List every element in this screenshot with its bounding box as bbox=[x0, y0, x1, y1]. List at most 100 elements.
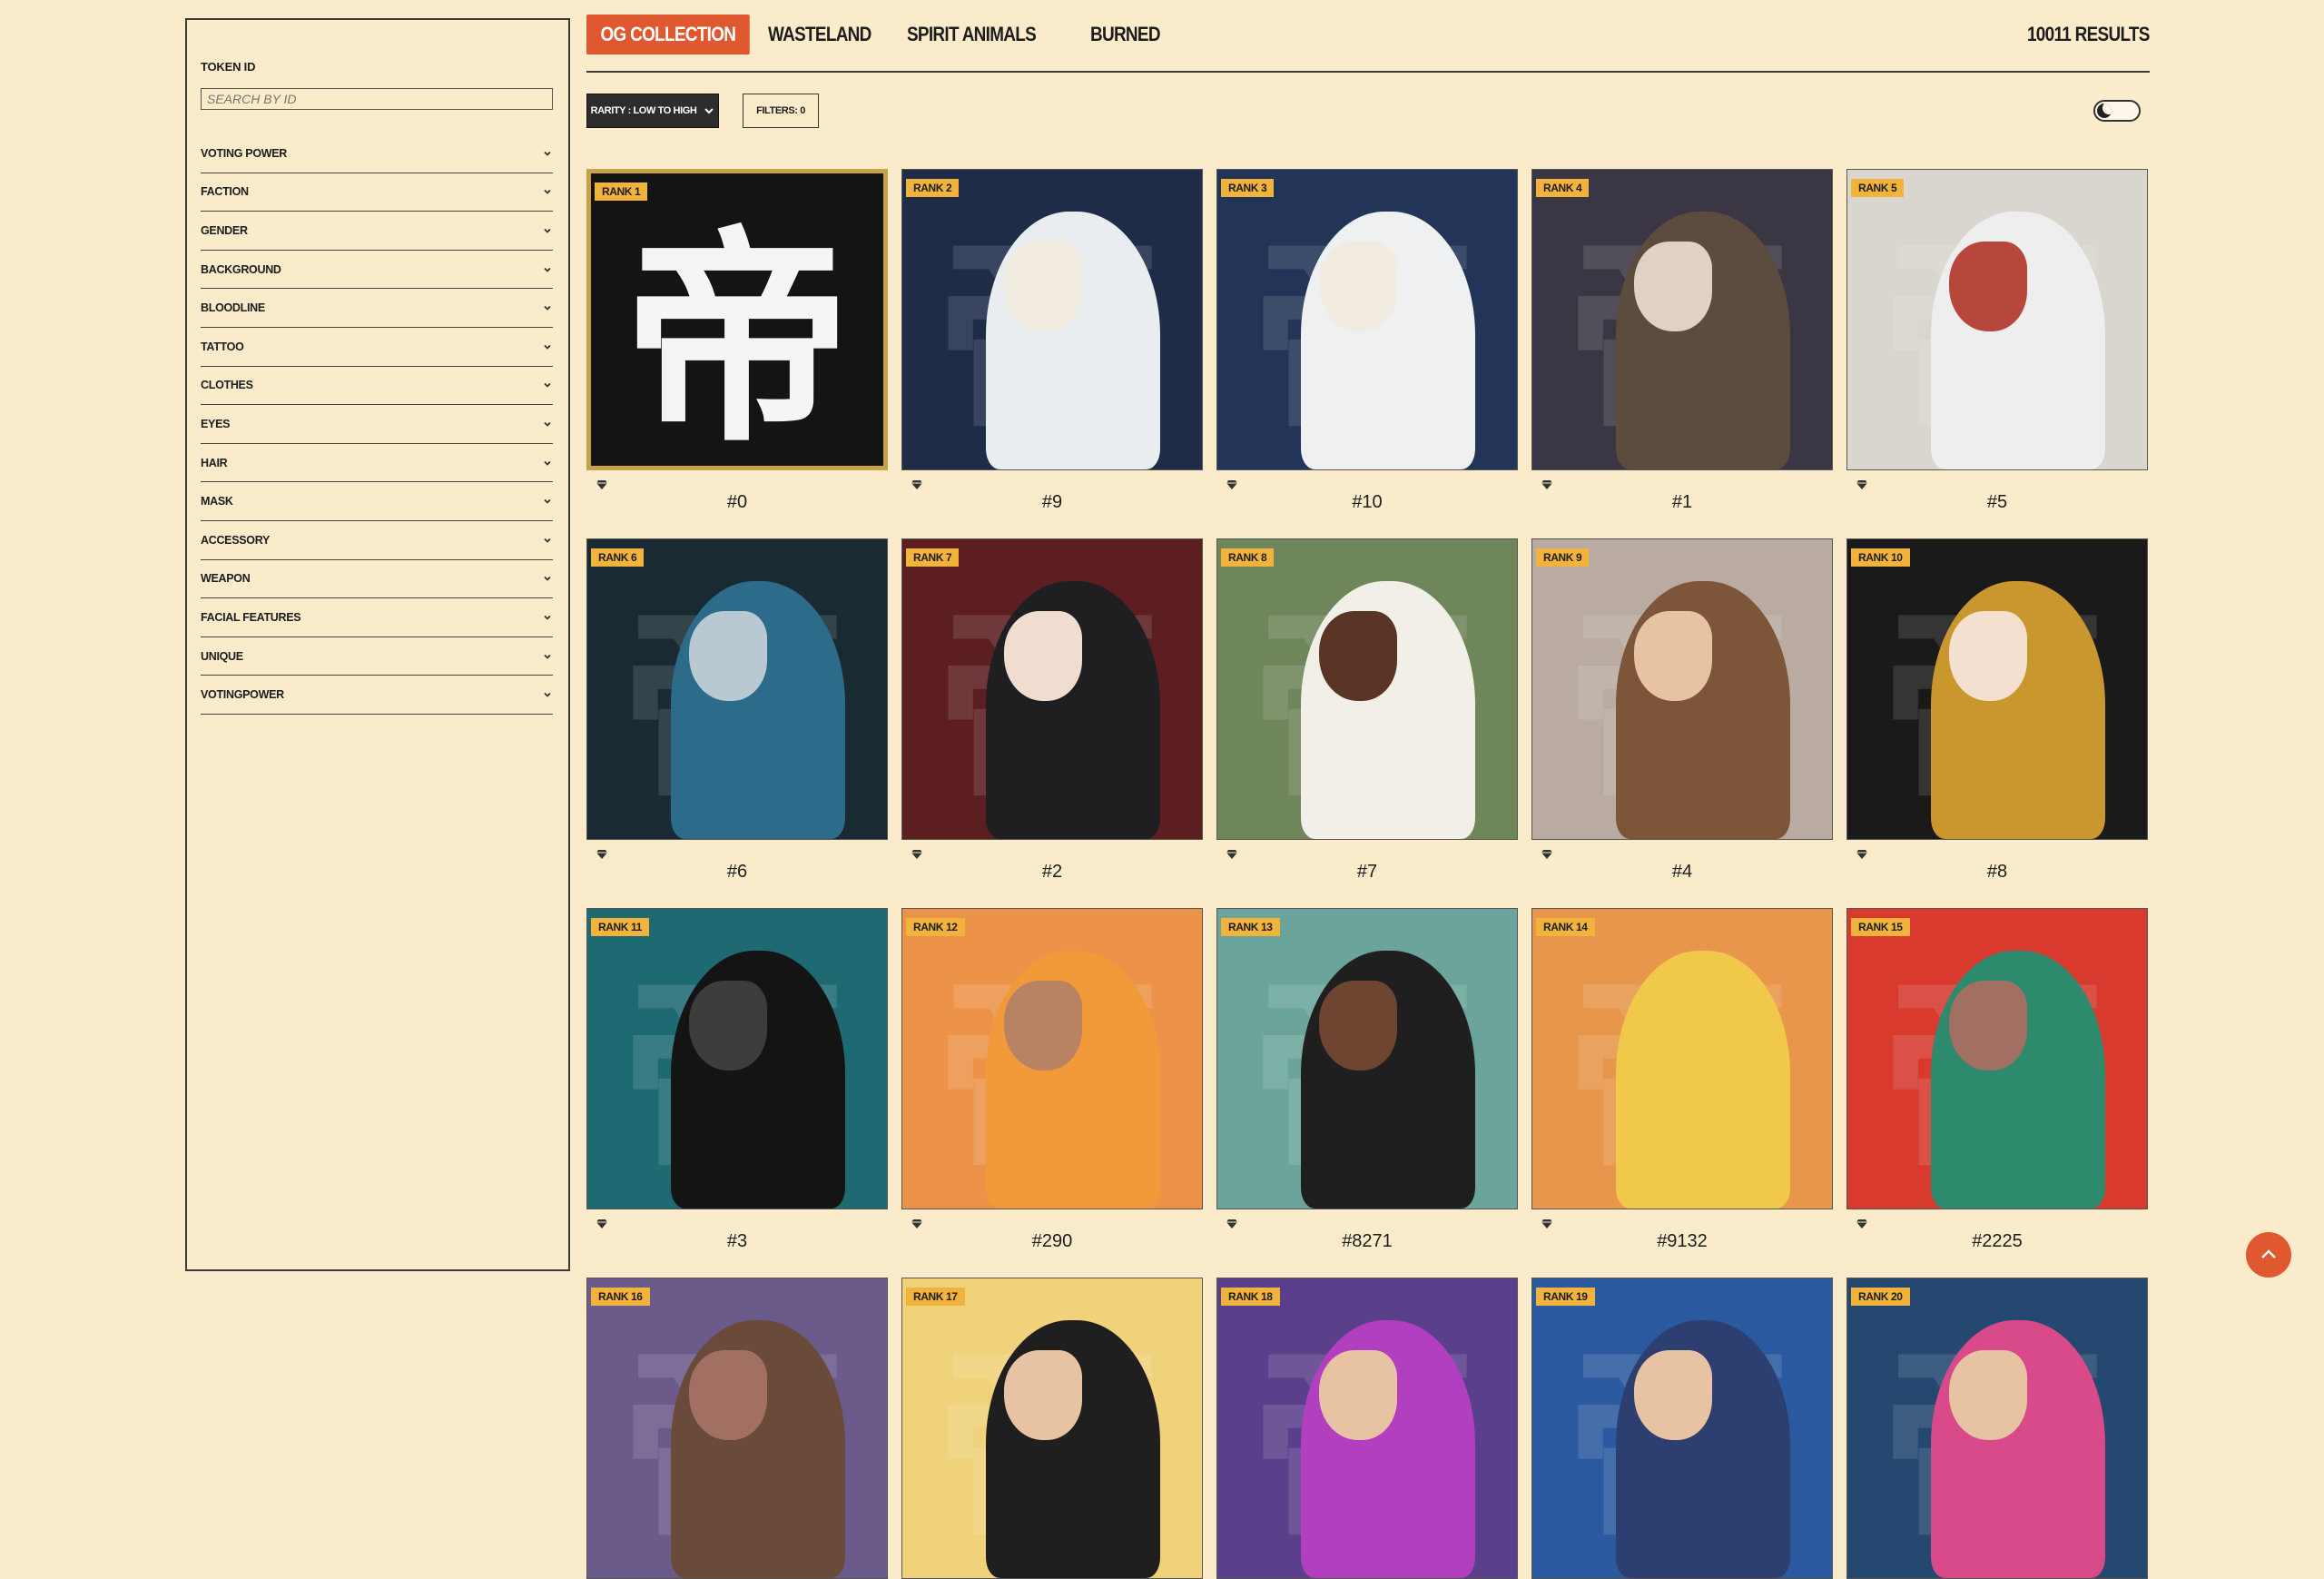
token-card[interactable]: 帝RANK 18 bbox=[1216, 1278, 1518, 1579]
diamond-icon bbox=[1856, 850, 1867, 859]
token-artwork[interactable]: 帝RANK 12 bbox=[901, 908, 1203, 1209]
token-artwork[interactable]: 帝RANK 15 bbox=[1846, 908, 2148, 1209]
results-count: 10011 RESULTS bbox=[2027, 15, 2150, 54]
token-artwork[interactable]: 帝RANK 14 bbox=[1531, 908, 1833, 1209]
token-artwork[interactable]: 帝RANK 10 bbox=[1846, 538, 2148, 840]
filter-label: TATTOO bbox=[201, 340, 244, 353]
token-id: #9 bbox=[1041, 492, 1063, 512]
filter-facial-features[interactable]: FACIAL FEATURES bbox=[201, 598, 553, 637]
rank-badge: RANK 13 bbox=[1221, 918, 1280, 936]
filter-mask[interactable]: MASK bbox=[201, 482, 553, 521]
filter-voting-power[interactable]: VOTING POWER bbox=[201, 134, 553, 173]
filter-label: MASK bbox=[201, 495, 233, 508]
token-card[interactable]: 帝RANK 12 #290 bbox=[901, 908, 1203, 1251]
rank-badge: RANK 11 bbox=[591, 918, 649, 936]
token-card[interactable]: 帝RANK 10 #8 bbox=[1846, 538, 2148, 882]
filter-label: BLOODLINE bbox=[201, 301, 265, 315]
character-face bbox=[1634, 242, 1712, 332]
token-card[interactable]: 帝RANK 2 #9 bbox=[901, 169, 1203, 512]
theme-toggle[interactable] bbox=[2093, 100, 2141, 122]
filter-votingpower[interactable]: VOTINGPOWER bbox=[201, 676, 553, 715]
results-label: RESULTS bbox=[2074, 23, 2151, 45]
rank-badge: RANK 2 bbox=[906, 179, 960, 197]
filter-background[interactable]: BACKGROUND bbox=[201, 251, 553, 290]
filter-hair[interactable]: HAIR bbox=[201, 444, 553, 483]
filter-unique[interactable]: UNIQUE bbox=[201, 637, 553, 676]
character-face bbox=[1004, 1350, 1082, 1441]
token-id: #8271 bbox=[1342, 1231, 1393, 1251]
token-artwork[interactable]: 帝RANK 16 bbox=[586, 1278, 888, 1579]
character-face bbox=[689, 611, 767, 702]
filter-bloodline[interactable]: BLOODLINE bbox=[201, 289, 553, 328]
filter-label: BACKGROUND bbox=[201, 262, 281, 276]
token-artwork[interactable]: 帝RANK 8 bbox=[1216, 538, 1518, 840]
scroll-to-top-button[interactable] bbox=[2246, 1232, 2291, 1278]
chevron-down-icon bbox=[704, 108, 714, 114]
tab-wasteland[interactable]: WASTELAND bbox=[768, 15, 872, 54]
character-face bbox=[1634, 611, 1712, 702]
chevron-down-icon bbox=[544, 383, 551, 389]
token-artwork[interactable]: 帝RANK 5 bbox=[1846, 169, 2148, 470]
token-card[interactable]: 帝RANK 19 bbox=[1531, 1278, 1833, 1579]
filter-label: EYES bbox=[201, 417, 231, 430]
token-card[interactable]: 帝RANK 16 bbox=[586, 1278, 888, 1579]
token-artwork[interactable]: 帝RANK 17 bbox=[901, 1278, 1203, 1579]
token-artwork[interactable]: 帝RANK 11 bbox=[586, 908, 888, 1209]
token-card[interactable]: 帝RANK 8 #7 bbox=[1216, 538, 1518, 882]
sort-dropdown[interactable]: RARITY : LOW TO HIGH bbox=[586, 94, 719, 128]
token-artwork[interactable]: 帝RANK 19 bbox=[1531, 1278, 1833, 1579]
chevron-down-icon bbox=[544, 421, 551, 427]
filters-button[interactable]: FILTERS: 0 bbox=[743, 94, 819, 128]
filter-faction[interactable]: FACTION bbox=[201, 173, 553, 212]
filter-sidebar: TOKEN ID VOTING POWER FACTION GENDER BACKGR… bbox=[185, 18, 570, 1271]
token-id-label: TOKEN ID bbox=[201, 60, 256, 74]
rank-badge: RANK 14 bbox=[1536, 918, 1595, 936]
rank-badge: RANK 1 bbox=[595, 183, 648, 201]
tab-spirit-animals[interactable]: SPIRIT ANIMALS bbox=[907, 15, 1037, 54]
token-search-input[interactable] bbox=[201, 88, 553, 110]
rank-badge: RANK 9 bbox=[1536, 548, 1590, 567]
token-card[interactable]: 帝RANK 3 #10 bbox=[1216, 169, 1518, 512]
token-card[interactable]: 帝RANK 4 #1 bbox=[1531, 169, 1833, 512]
token-artwork[interactable]: 帝RANK 2 bbox=[901, 169, 1203, 470]
tab-og-collection[interactable]: OG COLLECTION bbox=[586, 15, 750, 54]
token-card[interactable]: 帝RANK 17 bbox=[901, 1278, 1203, 1579]
token-card[interactable]: 帝RANK 5 #5 bbox=[1846, 169, 2148, 512]
filter-list: VOTING POWER FACTION GENDER BACKGROUND BLOOD… bbox=[201, 134, 553, 715]
chevron-down-icon bbox=[544, 692, 551, 697]
token-id: #5 bbox=[1986, 492, 2008, 512]
filter-label: CLOTHES bbox=[201, 379, 253, 392]
token-artwork[interactable]: 帝 RANK 1 bbox=[586, 169, 888, 470]
filter-accessory[interactable]: ACCESSORY bbox=[201, 521, 553, 560]
rank-badge: RANK 17 bbox=[906, 1288, 965, 1306]
token-card[interactable]: 帝RANK 6 #6 bbox=[586, 538, 888, 882]
token-card[interactable]: 帝RANK 20 bbox=[1846, 1278, 2148, 1579]
filter-clothes[interactable]: CLOTHES bbox=[201, 367, 553, 406]
token-artwork[interactable]: 帝RANK 3 bbox=[1216, 169, 1518, 470]
filters-label: FILTERS: 0 bbox=[756, 105, 805, 116]
chevron-down-icon bbox=[544, 344, 551, 350]
token-card[interactable]: 帝RANK 13 #8271 bbox=[1216, 908, 1518, 1251]
character-face bbox=[1949, 981, 2027, 1071]
token-card[interactable]: 帝RANK 15 #2225 bbox=[1846, 908, 2148, 1251]
token-card[interactable]: 帝 RANK 1 #0 bbox=[586, 169, 888, 512]
token-artwork[interactable]: 帝RANK 7 bbox=[901, 538, 1203, 840]
token-card[interactable]: 帝RANK 14 #9132 bbox=[1531, 908, 1833, 1251]
filter-gender[interactable]: GENDER bbox=[201, 212, 553, 251]
character-face bbox=[1319, 981, 1397, 1071]
token-artwork[interactable]: 帝RANK 13 bbox=[1216, 908, 1518, 1209]
token-artwork[interactable]: 帝RANK 6 bbox=[586, 538, 888, 840]
diamond-icon bbox=[596, 1219, 607, 1229]
chevron-down-icon bbox=[544, 577, 551, 582]
token-card[interactable]: 帝RANK 11 #3 bbox=[586, 908, 888, 1251]
filter-eyes[interactable]: EYES bbox=[201, 405, 553, 444]
token-artwork[interactable]: 帝RANK 4 bbox=[1531, 169, 1833, 470]
filter-tattoo[interactable]: TATTOO bbox=[201, 328, 553, 367]
token-artwork[interactable]: 帝RANK 9 bbox=[1531, 538, 1833, 840]
token-artwork[interactable]: 帝RANK 18 bbox=[1216, 1278, 1518, 1579]
token-card[interactable]: 帝RANK 9 #4 bbox=[1531, 538, 1833, 882]
filter-weapon[interactable]: WEAPON bbox=[201, 560, 553, 599]
token-artwork[interactable]: 帝RANK 20 bbox=[1846, 1278, 2148, 1579]
tab-burned[interactable]: BURNED bbox=[1090, 15, 1160, 54]
token-card[interactable]: 帝RANK 7 #2 bbox=[901, 538, 1203, 882]
